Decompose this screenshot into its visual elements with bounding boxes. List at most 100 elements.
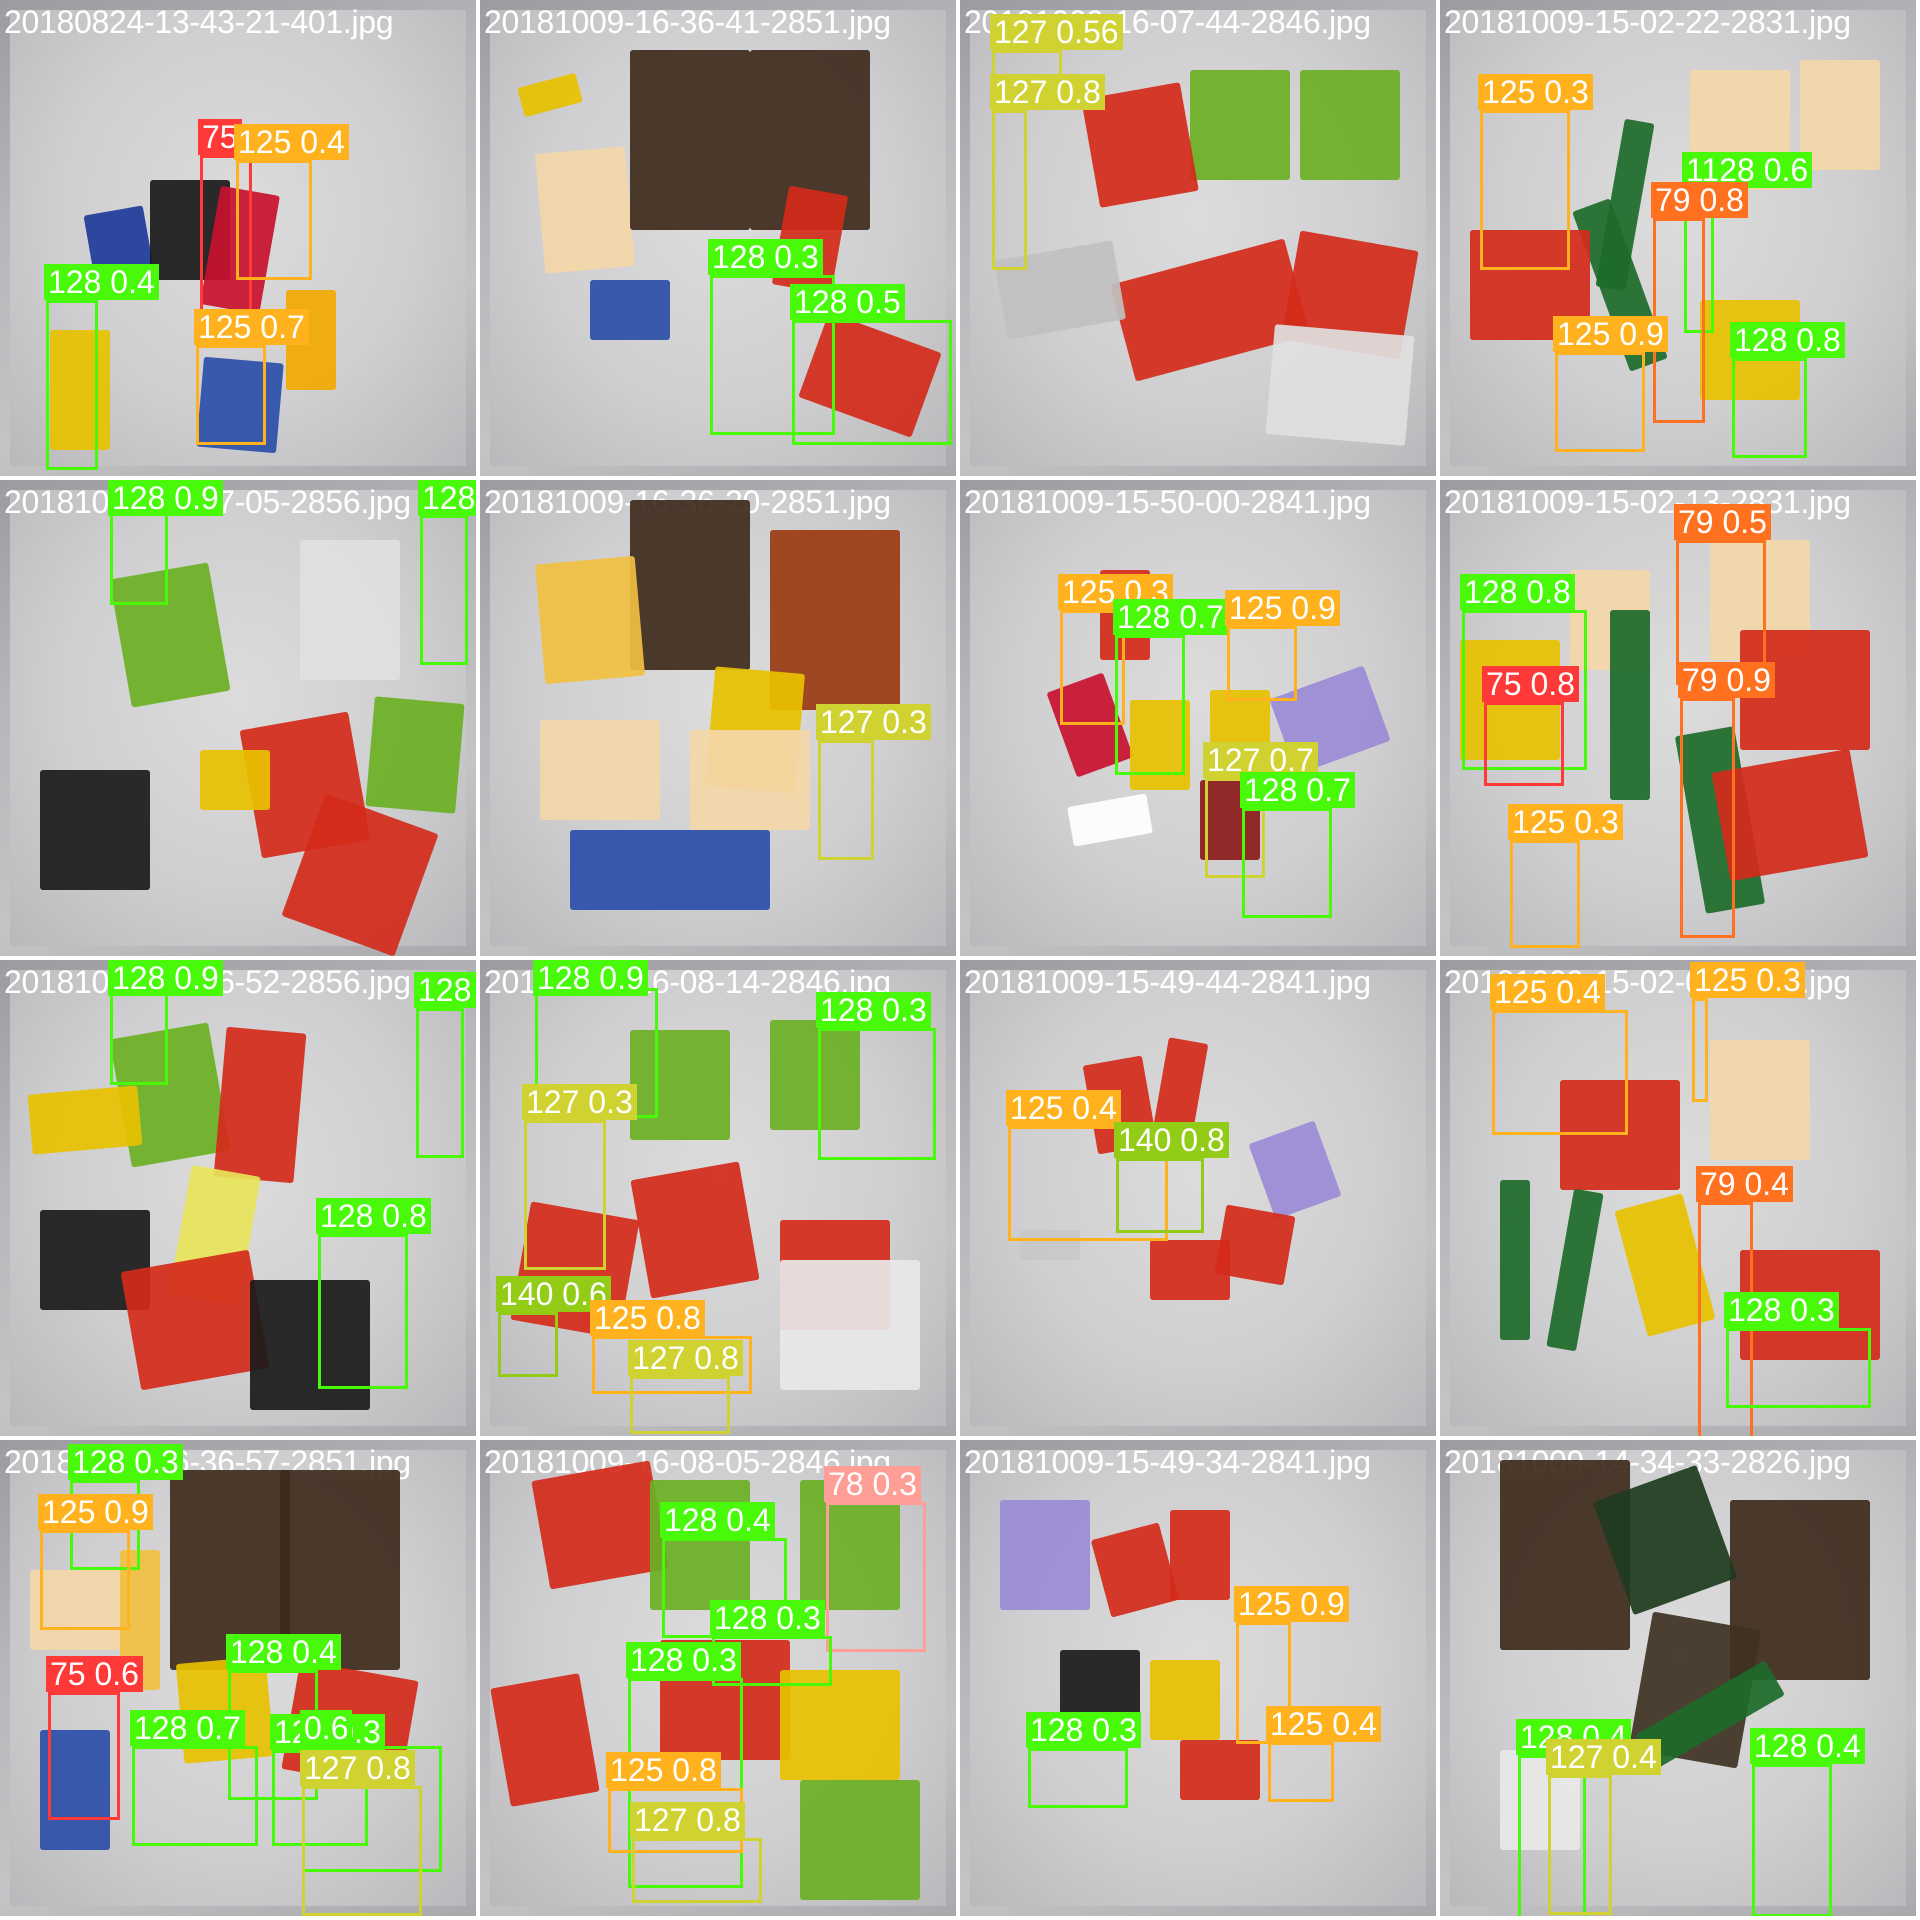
- product-package: [531, 1460, 669, 1590]
- product-package: [570, 830, 770, 910]
- detection-box: [1115, 635, 1185, 775]
- detection-label: 128 0.3: [816, 992, 931, 1028]
- detection-label: 75 0.8: [1482, 666, 1579, 702]
- detection-label: 128 0.9: [108, 480, 223, 516]
- detection-label: 128 0.7: [1240, 772, 1355, 808]
- detection-label: 75 0.6: [46, 1656, 143, 1692]
- image-tile: 20181009-16-36-20-2851.jpg127 0.3: [480, 480, 956, 956]
- detection-label: 125 0.4: [1490, 974, 1605, 1010]
- image-tile: 20181009-16-07-44-2846.jpg 127 0.56 127 0.…: [960, 0, 1436, 476]
- product-package: [1190, 70, 1290, 180]
- detection-label: 125 0.9: [1234, 1586, 1349, 1622]
- image-tile: 20181009-15-56-52-2856.jpg128 0.9128 0.5…: [0, 960, 476, 1436]
- image-tile: 20181009-15-57-05-2856.jpg128 0.9128 0.7: [0, 480, 476, 956]
- image-tile: 20181009-16-08-14-2846.jpg 128 0.9 128 0.3…: [480, 960, 956, 1436]
- product-package: [1710, 1040, 1810, 1160]
- image-tile: 20181009-15-02-03-2831.jpg 125 0.4 125 0.3…: [1440, 960, 1916, 1436]
- product-package: [534, 146, 636, 274]
- product-package: [1060, 1650, 1140, 1720]
- detection-box: [632, 1838, 762, 1903]
- product-package: [1500, 1460, 1630, 1650]
- detection-box: [1480, 110, 1570, 270]
- detection-label: 125 0.4: [234, 124, 349, 160]
- product-package: [630, 500, 750, 670]
- detection-label: 128 0.7: [1113, 599, 1228, 635]
- detection-label: 128 0.4: [660, 1502, 775, 1538]
- detection-label: 128 0.7: [418, 480, 476, 516]
- detection-box: [1028, 1748, 1128, 1808]
- detection-box: [1242, 808, 1332, 918]
- detection-box: [826, 1502, 926, 1652]
- image-tile: 20181009-15-49-34-2841.jpg 125 0.9 128 0.3…: [960, 1440, 1436, 1916]
- detection-label: 125 0.9: [1553, 316, 1668, 352]
- tile-filename: 20181009-15-50-00-2841.jpg: [964, 484, 1371, 520]
- product-package: [1150, 1660, 1220, 1740]
- detection-label: 0.6: [300, 1710, 353, 1746]
- detection-label: 127 0.8: [990, 74, 1105, 110]
- detection-label: 125 0.3: [1508, 804, 1623, 840]
- detection-label: 128 0.3: [1724, 1292, 1839, 1328]
- detection-box: [818, 1028, 936, 1160]
- image-tile: 20181009-15-02-22-2831.jpg 125 0.3 1128 0.…: [1440, 0, 1916, 476]
- detection-box: [1555, 352, 1645, 452]
- detection-box: [630, 1376, 730, 1434]
- product-package: [120, 1249, 270, 1391]
- product-package: [1500, 1180, 1530, 1340]
- tile-filename: 20181009-16-36-41-2851.jpg: [484, 4, 891, 40]
- detection-box: [1510, 840, 1580, 948]
- product-package: [1170, 1510, 1230, 1600]
- product-package: [1000, 1500, 1090, 1610]
- product-package: [1180, 1740, 1260, 1800]
- detection-label: 79 0.9: [1678, 662, 1775, 698]
- detection-label: 128 0.8: [1730, 322, 1845, 358]
- product-package: [1265, 324, 1415, 446]
- product-package: [365, 696, 465, 814]
- detection-label: 125 0.3: [1690, 962, 1805, 998]
- tile-filename: 20181009-15-02-22-2831.jpg: [1444, 4, 1851, 40]
- product-package: [200, 750, 270, 810]
- detection-label: 128 0.4: [226, 1634, 341, 1670]
- detection-box: [1732, 358, 1807, 458]
- detection-label: 79 0.8: [1651, 182, 1748, 218]
- product-package: [590, 280, 670, 340]
- product-package: [1214, 1204, 1296, 1286]
- detection-box: [1492, 1010, 1628, 1135]
- product-package: [40, 770, 150, 890]
- detection-box: [40, 1530, 130, 1630]
- image-tile: 20180824-13-43-21-401.jpg 75 125 0.4 128 0.…: [0, 0, 476, 476]
- detection-label: 127 0.8: [630, 1802, 745, 1838]
- detection-label: 128 0.4: [44, 264, 159, 300]
- tile-filename: 20181009-15-02-13-2831.jpg: [1444, 484, 1851, 520]
- detection-box: [48, 1692, 120, 1820]
- detection-box: [1680, 698, 1735, 938]
- detection-label: 127 0.4: [1546, 1739, 1661, 1775]
- detection-label: 127 0.8: [300, 1750, 415, 1786]
- detection-label: 128 0.3: [626, 1642, 741, 1678]
- image-tile: 20181009-16-36-57-2851.jpg 128 0.3 125 0.9…: [0, 1440, 476, 1916]
- mosaic-grid: 20180824-13-43-21-401.jpg 75 125 0.4 128 0.…: [0, 0, 1920, 1920]
- image-tile: 20181009-15-49-44-2841.jpg 125 0.4 140 0.8: [960, 960, 1436, 1436]
- detection-label: 128 0.3: [1026, 1712, 1141, 1748]
- product-package: [690, 730, 810, 830]
- detection-label: 128 0.8: [316, 1198, 431, 1234]
- product-package: [300, 540, 400, 680]
- detection-label: 125 0.9: [1225, 590, 1340, 626]
- detection-box: [498, 1312, 558, 1377]
- detection-box: [416, 1008, 464, 1158]
- tile-filename: 20181009-15-49-44-2841.jpg: [964, 964, 1371, 1000]
- detection-label: 79 0.4: [1696, 1166, 1793, 1202]
- detection-box: [318, 1234, 408, 1389]
- product-package: [780, 1670, 900, 1780]
- image-tile: 20181009-15-02-13-2831.jpg 79 0.5 128 0.8 7…: [1440, 480, 1916, 956]
- detection-box: [132, 1746, 258, 1846]
- product-package: [1300, 70, 1400, 180]
- detection-label: 140 0.8: [1114, 1122, 1229, 1158]
- detection-label: 125 0.9: [38, 1494, 153, 1530]
- detection-label: 78 0.3: [824, 1466, 921, 1502]
- product-package: [630, 1161, 760, 1299]
- image-tile: 20181009-15-50-00-2841.jpg 125 0.3 128 0.7…: [960, 480, 1436, 956]
- detection-box: [992, 110, 1027, 270]
- detection-label: 128 0.8: [1460, 574, 1575, 610]
- detection-label: 128 0.3: [708, 239, 823, 275]
- image-tile: 20181009-16-08-05-2846.jpg 128 0.4 78 0.3 1…: [480, 1440, 956, 1916]
